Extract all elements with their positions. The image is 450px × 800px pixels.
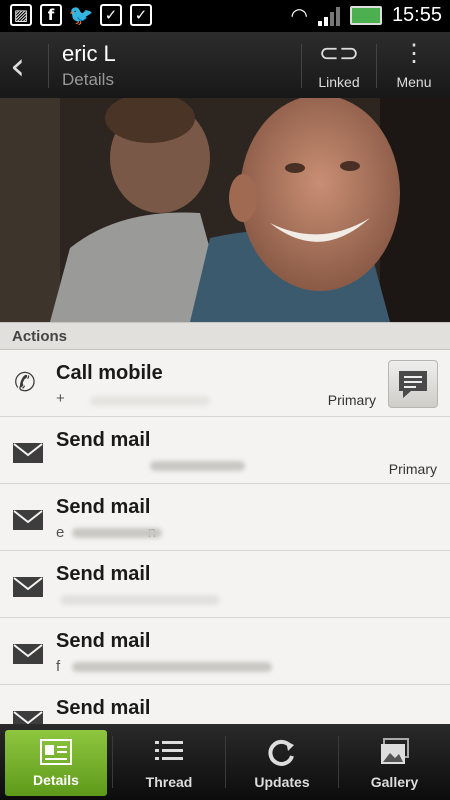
contact-photo[interactable] [0,98,450,322]
tab-label: Updates [254,774,310,790]
tab-thread[interactable]: Thread [113,724,225,800]
actions-list: ✆ Call mobile + Primary Send mail Primar… [0,350,450,724]
task-check-icon: ✓ [100,4,122,26]
overflow-menu-icon: ⋮ [402,40,426,67]
notification-icons: ▨ f 🐦 ✓ ✓ [10,3,152,27]
action-title: Send mail [56,697,151,719]
bottom-tab-bar: Details Thread Updates Gallery [0,724,450,800]
twitter-icon: 🐦 [68,3,94,27]
tab-gallery[interactable]: Gallery [339,724,450,800]
mail-icon [13,510,43,530]
section-header: Actions [0,322,450,350]
facebook-icon: f [40,4,62,26]
list-item[interactable]: ✆ Call mobile + Primary [0,350,450,417]
list-item[interactable]: Send mail [0,551,450,618]
phone-icon: ✆ [14,368,36,398]
message-icon [399,371,427,398]
action-detail: + [56,390,65,407]
title-bar: ‹ eric L Details ⊂⊃ Linked ⋮ Menu [0,32,450,98]
list-item[interactable]: Send mail f [0,618,450,685]
back-arrow-icon[interactable]: ‹ [10,44,25,88]
menu-button[interactable]: ⋮ Menu [377,40,450,96]
list-item[interactable]: Send mail e n [0,484,450,551]
tab-updates[interactable]: Updates [226,724,338,800]
clock: 15:55 [391,4,442,26]
send-message-button[interactable] [388,360,438,408]
action-title: Send mail [56,563,151,585]
linked-button[interactable]: ⊂⊃ Linked [302,40,376,96]
tab-label: Details [33,772,79,788]
page-subtitle: Details [62,70,114,89]
mail-icon [13,644,43,664]
mail-icon [13,443,43,463]
photo-illustration [0,98,450,322]
tab-details[interactable]: Details [5,730,107,796]
action-detail: f [56,658,61,675]
wifi-icon: ◠ [290,5,308,27]
status-bar: ▨ f 🐦 ✓ ✓ ◠ 15:55 [0,0,450,32]
contact-card-icon [40,739,72,765]
contact-name: eric L [62,41,116,66]
refresh-icon [268,739,294,766]
divider [48,44,49,88]
gallery-notification-icon: ▨ [10,4,32,26]
action-title: Send mail [56,429,151,451]
signal-icon [317,6,340,26]
action-title: Send mail [56,630,151,652]
gallery-icon [380,738,409,764]
action-title: Call mobile [56,362,163,384]
mail-icon [13,577,43,597]
link-icon: ⊂⊃ [318,40,360,67]
tab-label: Gallery [370,774,419,790]
list-item[interactable]: Send mail Primary [0,417,450,484]
primary-label: Primary [327,392,376,408]
linked-label: Linked [318,74,360,90]
primary-label: Primary [388,461,437,477]
list-item[interactable]: Send mail [0,685,450,724]
task-check-icon: ✓ [130,4,152,26]
tab-label: Thread [145,774,193,790]
action-title: Send mail [56,496,151,518]
thread-list-icon [155,741,183,760]
mail-icon [13,711,43,724]
menu-label: Menu [396,74,432,90]
battery-icon [349,6,382,25]
